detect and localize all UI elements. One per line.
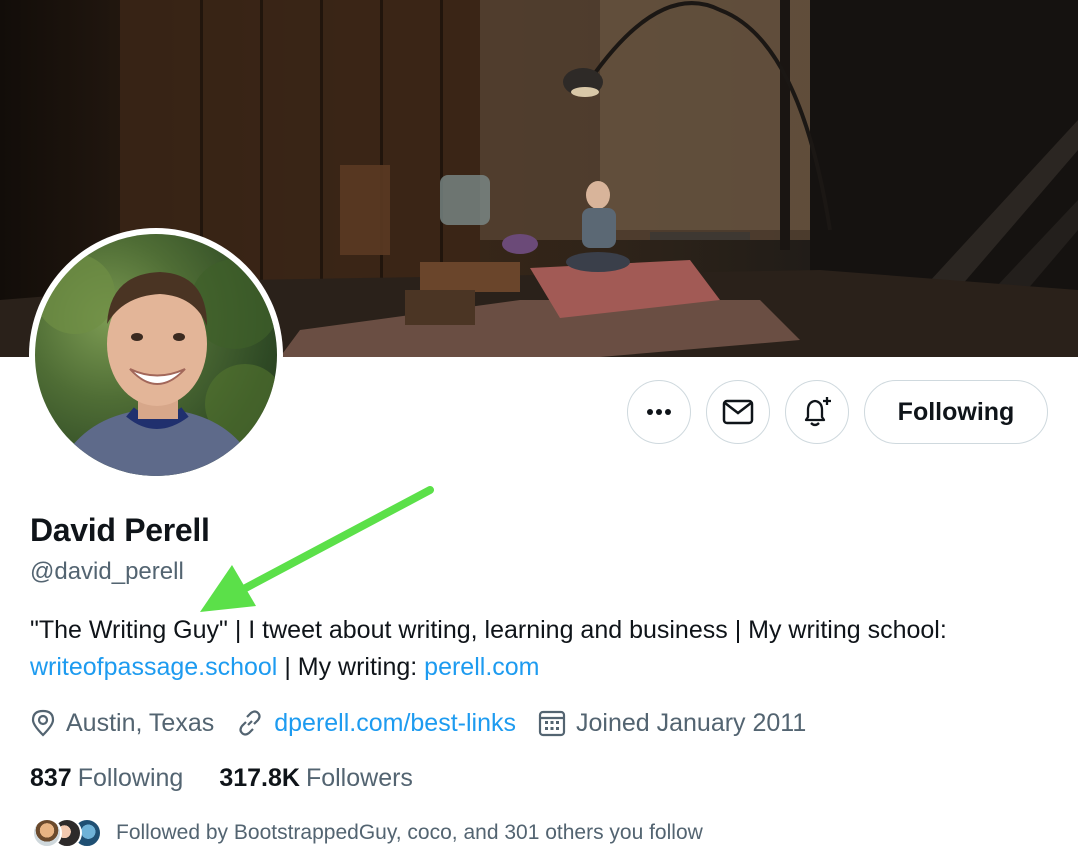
profile-page: Following David Perell @david_perell "Th… bbox=[0, 0, 1078, 868]
bio-text: "The Writing Guy" | I tweet about writin… bbox=[30, 616, 947, 644]
bio-text-mid: | My writing: bbox=[277, 653, 425, 681]
more-options-button[interactable] bbox=[627, 380, 691, 444]
location-pin-icon bbox=[31, 709, 55, 737]
follow-counts: 837 Following 317.8K Followers bbox=[30, 760, 449, 796]
following-count-link[interactable]: 837 Following bbox=[30, 764, 183, 793]
followers-count-link[interactable]: 317.8K Followers bbox=[219, 764, 413, 793]
link-icon bbox=[239, 710, 261, 736]
avatar-photo bbox=[35, 234, 277, 476]
following-button[interactable]: Following bbox=[864, 380, 1048, 444]
calendar-icon bbox=[538, 710, 566, 737]
message-button[interactable] bbox=[706, 380, 770, 444]
profile-meta: Austin, Texas dperell.com/best-links Joi… bbox=[30, 705, 828, 741]
followed-by[interactable]: Followed by BootstrappedGuy, coco, and 3… bbox=[32, 816, 703, 850]
bell-plus-icon bbox=[804, 397, 831, 427]
user-handle: @david_perell bbox=[30, 558, 184, 585]
location: Austin, Texas bbox=[30, 709, 214, 738]
followed-by-text: Followed by BootstrappedGuy, coco, and 3… bbox=[116, 821, 703, 844]
join-date: Joined January 2011 bbox=[538, 709, 806, 738]
mail-icon bbox=[722, 399, 754, 425]
more-icon bbox=[647, 409, 671, 415]
follower-avatars bbox=[32, 816, 102, 850]
following-label: Following bbox=[77, 763, 184, 792]
followers-count: 317.8K bbox=[219, 763, 300, 792]
following-count: 837 bbox=[30, 763, 72, 792]
bio-link-perell[interactable]: perell.com bbox=[424, 653, 539, 681]
website-link[interactable]: dperell.com/best-links bbox=[274, 709, 516, 738]
location-text: Austin, Texas bbox=[66, 708, 215, 737]
bio-link-writeofpassage[interactable]: writeofpassage.school bbox=[30, 653, 277, 681]
notifications-button[interactable] bbox=[785, 380, 849, 444]
display-name: David Perell bbox=[30, 512, 210, 548]
join-date-text: Joined January 2011 bbox=[576, 708, 807, 737]
follower-avatar bbox=[32, 818, 62, 848]
profile-avatar[interactable] bbox=[29, 228, 283, 482]
website[interactable]: dperell.com/best-links bbox=[236, 709, 516, 738]
profile-bio: "The Writing Guy" | I tweet about writin… bbox=[30, 612, 1070, 686]
followers-label: Followers bbox=[305, 763, 413, 792]
